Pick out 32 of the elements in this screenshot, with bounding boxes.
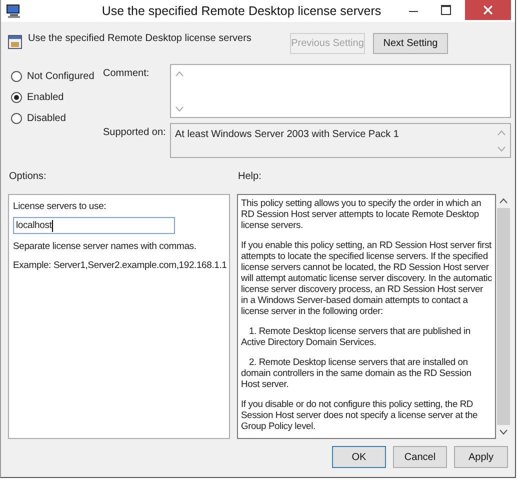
radio-label: Disabled [27,113,66,124]
hint-text: Separate license server names with commas. [13,241,196,252]
radio-button[interactable] [11,92,22,103]
close-icon[interactable] [465,0,511,20]
dialog-button[interactable]: OK [332,446,386,468]
field-label: License servers to use: [13,201,106,212]
policy-title: Use the specified Remote Desktop license servers [28,33,252,44]
radio-label: Enabled [27,92,64,103]
computer-icon [6,4,22,18]
supported-label: Supported on: [103,126,167,140]
help-paragraph: If you enable this policy setting, an RD Session Host server first attempts to locate the specified license servers. If the specified license servers cannot be located, the RD Session Host server will attempt automatic license server discovery. In the automatic license server discovery process, an RD Session Host server in a Windows Server-based domain attempts to contact a license server in the following order: [241,239,492,316]
dialog-button[interactable]: Apply [454,446,508,468]
dialog-button[interactable]: Cancel [393,446,447,468]
comment-label: Comment: [103,67,150,81]
supported-field: At least Windows Server 2003 with Service Pack 1 [170,123,511,158]
input-field[interactable]: localhost [13,217,175,234]
options-label: Options: [9,171,48,182]
scroll-down-icon[interactable] [499,429,508,435]
help-paragraph: If you disable or do not configure this policy setting, the RD Session Host server does not specify a license server at the Group Policy level. [241,398,479,431]
help-list-item: 1. Remote Desktop license servers that are published in Active Directory Domain Services. [241,325,472,347]
policy-icon [8,35,22,49]
radio-label: Not Configured [27,71,94,82]
scroll-up-icon[interactable] [499,198,508,204]
radio-button[interactable] [11,71,22,82]
scroll-thumb[interactable] [497,208,510,425]
help-list-item: 2. Remote Desktop license servers that are installed on domain controllers in the same domain as the RD Session Host server. [241,356,472,389]
navigation-button[interactable]: Next Setting [373,33,448,54]
help-label: Help: [238,171,262,182]
radio-button[interactable] [11,113,22,124]
window-title: Use the specified Remote Desktop license servers [100,3,382,18]
help-paragraph: This policy setting allows you to specify the order in which an RD Session Host server attempts to locate Remote Desktop license servers. [241,197,482,230]
hint-text: Example: Server1,Server2.example.com,192.168.1.1 [13,260,227,271]
